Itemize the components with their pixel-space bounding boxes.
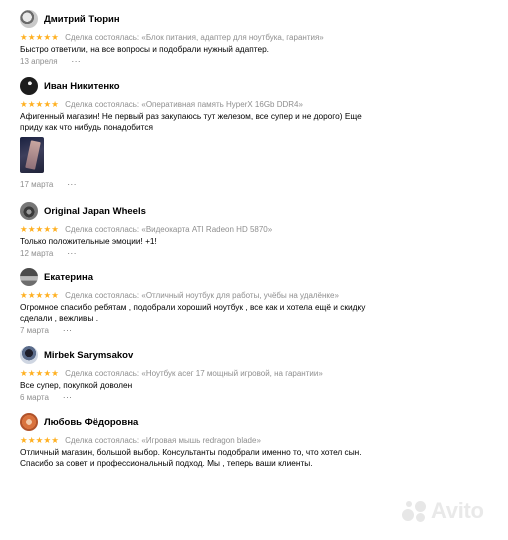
review-author[interactable]: Mirbek Sarymsakov <box>44 350 133 361</box>
avatar[interactable] <box>20 346 38 364</box>
review-author[interactable]: Original Japan Wheels <box>44 206 146 217</box>
review-meta: ★★★★★ Сделка состоялась: «Игровая мышь r… <box>20 435 490 446</box>
review-meta: ★★★★★ Сделка состоялась: «Отличный ноутб… <box>20 290 490 301</box>
review-header: Original Japan Wheels <box>20 202 490 220</box>
more-options-icon[interactable]: ··· <box>67 180 77 189</box>
review-date: 6 марта <box>20 392 49 402</box>
review-header: Mirbek Sarymsakov <box>20 346 490 364</box>
more-options-icon[interactable]: ··· <box>67 249 77 258</box>
review-meta: ★★★★★ Сделка состоялась: «Блок питания, … <box>20 32 490 43</box>
review-text: Быстро ответили, на все вопросы и подобр… <box>20 44 269 54</box>
more-options-icon[interactable]: ··· <box>63 393 73 402</box>
rating-stars: ★★★★★ <box>20 368 60 378</box>
review-author[interactable]: Дмитрий Тюрин <box>44 14 120 25</box>
review-card: Иван Никитенко ★★★★★ Сделка состоялась: … <box>20 77 490 190</box>
deal-info: Сделка состоялась: «Оперативная память H… <box>65 100 303 109</box>
review-header: Дмитрий Тюрин <box>20 10 490 28</box>
review-header: Иван Никитенко <box>20 77 490 95</box>
review-card: Original Japan Wheels ★★★★★ Сделка состо… <box>20 202 490 259</box>
review-footer: 6 марта ··· <box>20 391 490 403</box>
rating-stars: ★★★★★ <box>20 32 60 42</box>
review-meta: ★★★★★ Сделка состоялась: «Оперативная па… <box>20 99 490 110</box>
review-footer: 13 апреля ··· <box>20 55 490 67</box>
avatar[interactable] <box>20 413 38 431</box>
avatar[interactable] <box>20 268 38 286</box>
deal-info: Сделка состоялась: «Игровая мышь redrago… <box>65 436 261 445</box>
review-author[interactable]: Иван Никитенко <box>44 81 120 92</box>
review-text: Только положительные эмоции! +1! <box>20 236 157 246</box>
avito-watermark: Avito <box>401 498 484 524</box>
review-text: Афигенный магазин! Не первый раз закупаю… <box>20 111 362 132</box>
review-text: Все супер, покупкой доволен <box>20 380 133 390</box>
review-card: Любовь Фёдоровна ★★★★★ Сделка состоялась… <box>20 413 490 469</box>
review-header: Любовь Фёдоровна <box>20 413 490 431</box>
rating-stars: ★★★★★ <box>20 99 60 109</box>
review-meta: ★★★★★ Сделка состоялась: «Ноутбук асег 1… <box>20 368 490 379</box>
avito-logo-icon <box>401 498 427 524</box>
deal-info: Сделка состоялась: «Ноутбук асег 17 мощн… <box>65 369 323 378</box>
review-card: Mirbek Sarymsakov ★★★★★ Сделка состоялас… <box>20 346 490 403</box>
rating-stars: ★★★★★ <box>20 290 60 300</box>
deal-info: Сделка состоялась: «Блок питания, адапте… <box>65 33 324 42</box>
review-text: Огромное спасибо ребятам , подобрали хор… <box>20 302 366 323</box>
deal-info: Сделка состоялась: «Видеокарта ATI Radeo… <box>65 225 273 234</box>
review-date: 13 апреля <box>20 56 58 66</box>
review-date: 7 марта <box>20 325 49 335</box>
review-text: Отличный магазин, большой выбор. Консуль… <box>20 447 362 468</box>
deal-info: Сделка состоялась: «Отличный ноутбук для… <box>65 291 339 300</box>
avito-wordmark: Avito <box>431 498 484 523</box>
review-card: Дмитрий Тюрин ★★★★★ Сделка состоялась: «… <box>20 10 490 67</box>
rating-stars: ★★★★★ <box>20 224 60 234</box>
review-date: 12 марта <box>20 248 54 258</box>
more-options-icon[interactable]: ··· <box>63 326 73 335</box>
reviews-page: Дмитрий Тюрин ★★★★★ Сделка состоялась: «… <box>0 0 508 540</box>
review-date: 17 марта <box>20 179 54 189</box>
review-author[interactable]: Любовь Фёдоровна <box>44 417 138 428</box>
review-footer: 7 марта ··· <box>20 324 490 336</box>
review-card: Екатерина ★★★★★ Сделка состоялась: «Отли… <box>20 268 490 336</box>
review-footer: 12 марта ··· <box>20 247 490 259</box>
rating-stars: ★★★★★ <box>20 435 60 445</box>
review-header: Екатерина <box>20 268 490 286</box>
avatar[interactable] <box>20 77 38 95</box>
review-author[interactable]: Екатерина <box>44 272 93 283</box>
avatar[interactable] <box>20 202 38 220</box>
review-photo[interactable] <box>20 137 44 173</box>
review-meta: ★★★★★ Сделка состоялась: «Видеокарта ATI… <box>20 224 490 235</box>
more-options-icon[interactable]: ··· <box>72 57 82 66</box>
avatar[interactable] <box>20 10 38 28</box>
review-footer: 17 марта ··· <box>20 178 490 190</box>
